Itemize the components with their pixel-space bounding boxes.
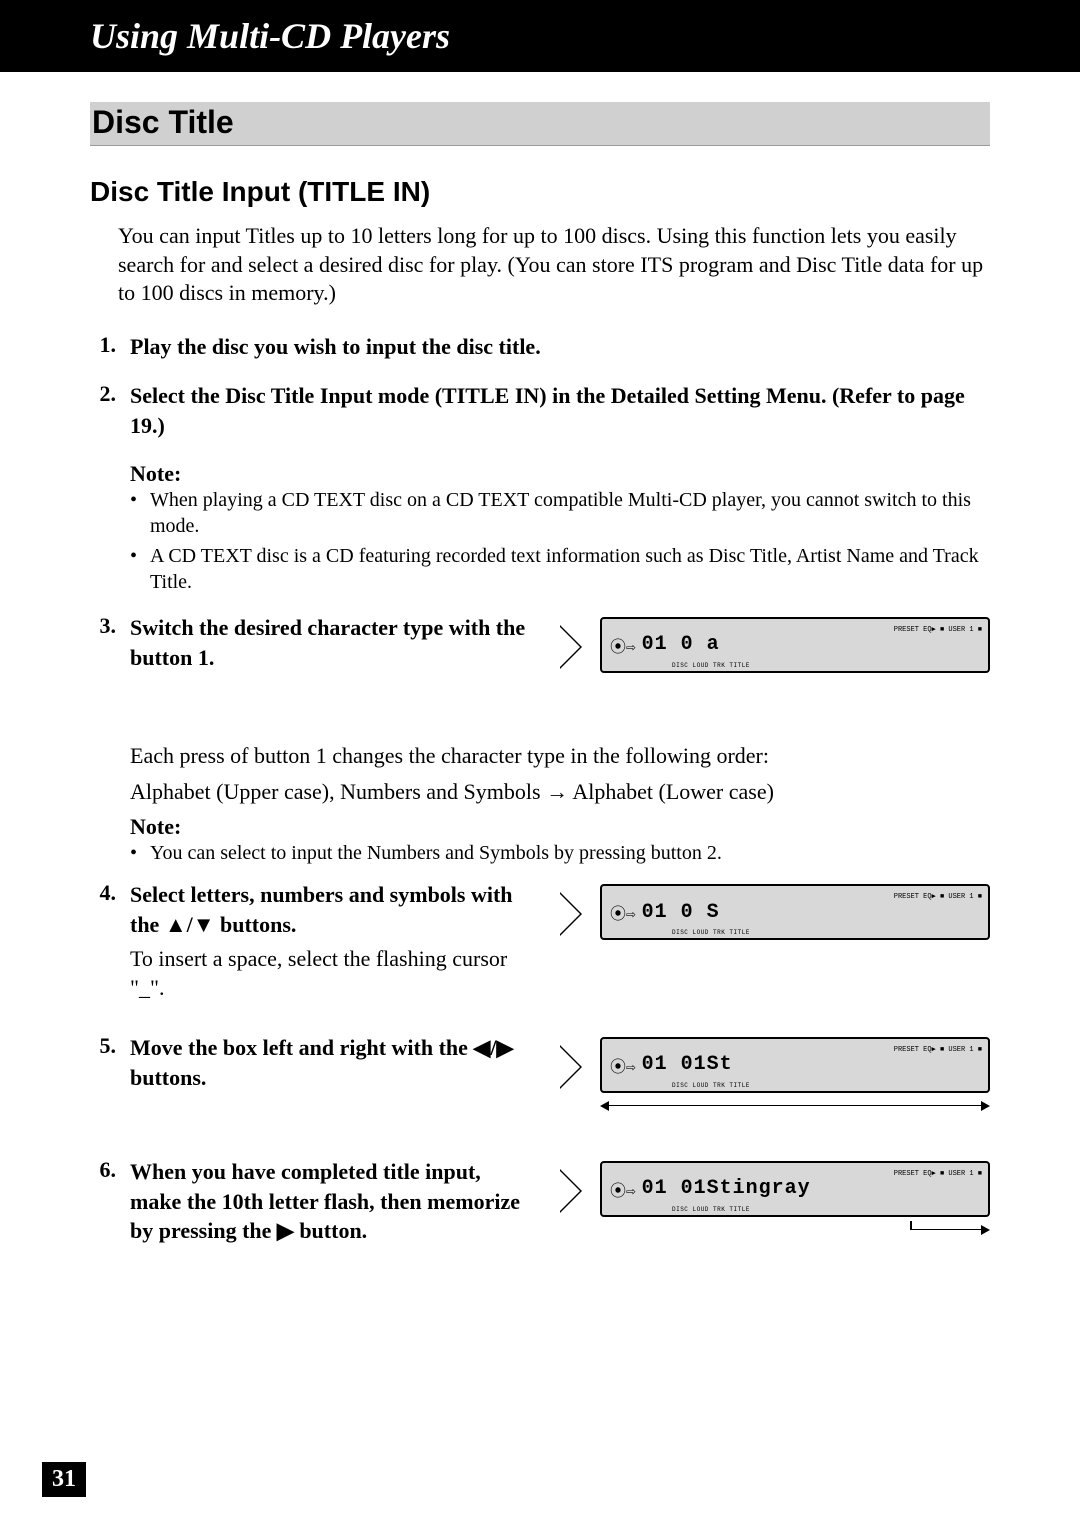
note-list: •When playing a CD TEXT disc on a CD TEX… bbox=[130, 487, 990, 595]
step-text: Select letters, numbers and symbols with… bbox=[130, 880, 530, 939]
step-number: 6. bbox=[90, 1157, 116, 1246]
step3-para2: Alphabet (Upper case), Numbers and Symbo… bbox=[130, 777, 990, 807]
step-text: When you have completed title input, mak… bbox=[130, 1157, 530, 1246]
chapter-header: Using Multi-CD Players bbox=[0, 0, 1080, 72]
lcd-figure-6: ⦿⇨ 01 01Stingray DISC LOUD TRK TITLE PRE… bbox=[560, 1161, 990, 1251]
step-text: Switch the desired character type with t… bbox=[130, 613, 530, 672]
step-number: 3. bbox=[90, 613, 116, 672]
cd-icon: ⦿⇨ bbox=[610, 900, 636, 924]
step3-para1: Each press of button 1 changes the chara… bbox=[130, 741, 990, 771]
note-heading: Note: bbox=[130, 461, 990, 487]
lcd-sublabels: DISC LOUD TRK TITLE bbox=[672, 662, 750, 669]
subsection-heading: Disc Title Input (TITLE IN) bbox=[90, 176, 990, 208]
note-bullet: •You can select to input the Numbers and… bbox=[130, 840, 990, 866]
note-bullet: •When playing a CD TEXT disc on a CD TEX… bbox=[130, 487, 990, 539]
lcd-display: ⦿⇨ 01 01St DISC LOUD TRK TITLE PRESET EQ… bbox=[600, 1037, 990, 1093]
cd-icon: ⦿⇨ bbox=[610, 1177, 636, 1201]
step-number: 1. bbox=[90, 332, 116, 362]
lcd-right-text: PRESET EQ▶ ■ USER 1 ■ bbox=[894, 627, 982, 635]
intro-paragraph: You can input Titles up to 10 letters lo… bbox=[118, 222, 990, 308]
page-content: Disc Title Disc Title Input (TITLE IN) Y… bbox=[0, 72, 1080, 1251]
lcd-text: 01 0 S bbox=[642, 901, 720, 924]
step-text: Play the disc you wish to input the disc… bbox=[130, 332, 541, 362]
note-list: •You can select to input the Numbers and… bbox=[130, 840, 990, 866]
lcd-sublabels: DISC LOUD TRK TITLE bbox=[672, 1082, 750, 1089]
step-text: Move the box left and right with the ◀/▶… bbox=[130, 1033, 530, 1092]
right-arrow bbox=[600, 1221, 990, 1239]
step-subtext: To insert a space, select the flashing c… bbox=[130, 944, 530, 1003]
note-bullet: •A CD TEXT disc is a CD featuring record… bbox=[130, 543, 990, 595]
step-2: 2. Select the Disc Title Input mode (TIT… bbox=[90, 381, 990, 440]
lcd-display: ⦿⇨ 01 0 a DISC LOUD TRK TITLE PRESET EQ▶… bbox=[600, 617, 990, 673]
lcd-display: ⦿⇨ 01 0 S DISC LOUD TRK TITLE PRESET EQ▶… bbox=[600, 884, 990, 940]
bidirectional-arrow bbox=[600, 1097, 990, 1115]
step-text: Select the Disc Title Input mode (TITLE … bbox=[130, 381, 990, 440]
cd-icon: ⦿⇨ bbox=[610, 633, 636, 657]
cd-icon: ⦿⇨ bbox=[610, 1053, 636, 1077]
step-number: 5. bbox=[90, 1033, 116, 1092]
lcd-right-text: PRESET EQ▶ ■ USER 1 ■ bbox=[894, 894, 982, 902]
section-heading: Disc Title bbox=[90, 102, 990, 146]
lcd-right-text: PRESET EQ▶ ■ USER 1 ■ bbox=[894, 1047, 982, 1055]
lcd-figure-3: ⦿⇨ 01 0 a DISC LOUD TRK TITLE PRESET EQ▶… bbox=[560, 617, 990, 693]
lcd-sublabels: DISC LOUD TRK TITLE bbox=[672, 929, 750, 936]
step-number: 2. bbox=[90, 381, 116, 440]
step-number: 4. bbox=[90, 880, 116, 1003]
lcd-text: 01 0 a bbox=[642, 633, 720, 656]
lcd-figure-5: ⦿⇨ 01 01St DISC LOUD TRK TITLE PRESET EQ… bbox=[560, 1037, 990, 1127]
lcd-right-text: PRESET EQ▶ ■ USER 1 ■ bbox=[894, 1171, 982, 1179]
lcd-text: 01 01St bbox=[642, 1053, 733, 1076]
arrow-icon: → bbox=[546, 779, 568, 804]
chapter-title: Using Multi-CD Players bbox=[90, 15, 450, 57]
lcd-text: 01 01Stingray bbox=[642, 1177, 811, 1200]
page-number: 31 bbox=[42, 1462, 86, 1497]
note-heading: Note: bbox=[130, 814, 990, 840]
lcd-figure-4: ⦿⇨ 01 0 S DISC LOUD TRK TITLE PRESET EQ▶… bbox=[560, 884, 990, 960]
lcd-sublabels: DISC LOUD TRK TITLE bbox=[672, 1206, 750, 1213]
step-1: 1. Play the disc you wish to input the d… bbox=[90, 332, 990, 362]
lcd-display: ⦿⇨ 01 01Stingray DISC LOUD TRK TITLE PRE… bbox=[600, 1161, 990, 1217]
